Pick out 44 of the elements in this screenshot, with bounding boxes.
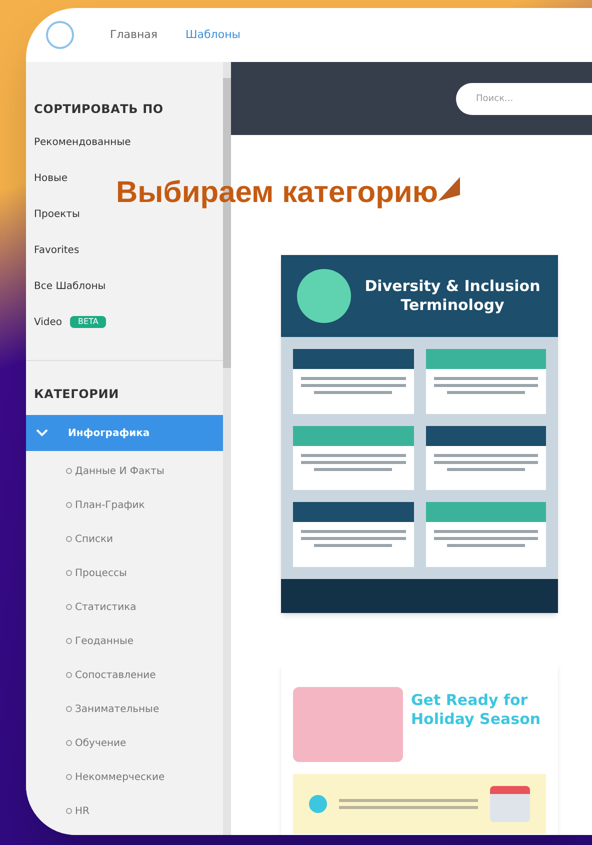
chevron-icon xyxy=(36,429,48,437)
sort-option[interactable]: Все Шаблоны xyxy=(34,278,106,294)
subcategory-item[interactable]: Сопоставление xyxy=(75,668,156,682)
bullet-icon xyxy=(66,774,72,780)
search-field[interactable]: Поиск... xyxy=(456,82,592,114)
sort-option[interactable]: Новые xyxy=(34,170,68,186)
infographic-title: Get Ready for Holiday Season xyxy=(411,691,542,730)
subcategory-item[interactable]: Занимательные xyxy=(75,702,160,716)
subcategory-item[interactable]: Некоммерческие xyxy=(75,770,165,784)
subcategory-item[interactable]: Геоданные xyxy=(75,634,134,648)
subcategory-item[interactable]: Списки xyxy=(75,532,114,546)
section-heading: КАТЕГОРИИ xyxy=(33,386,120,403)
bullet-icon xyxy=(66,502,72,508)
sort-option[interactable]: Video xyxy=(34,314,62,330)
nav-link[interactable]: Главная xyxy=(110,26,158,44)
bullet-icon xyxy=(66,706,72,712)
subcategory-item[interactable]: Статистика xyxy=(75,600,136,614)
subcategory-item[interactable]: Процессы xyxy=(75,566,127,580)
category-item[interactable]: Инфографика xyxy=(26,415,223,451)
section-heading: СОРТИРОВАТЬ ПО xyxy=(33,101,164,118)
bullet-icon xyxy=(66,638,72,644)
nav-link[interactable]: Шаблоны xyxy=(186,26,240,44)
bullet-icon xyxy=(66,536,72,542)
infographic-thumbnail[interactable]: Diversity & Inclusion Terminology xyxy=(281,255,558,613)
bullet-icon xyxy=(66,468,72,474)
subcategory-item[interactable]: План-График xyxy=(75,498,145,512)
bullet-icon xyxy=(66,808,72,814)
bullet-icon xyxy=(66,740,72,746)
sort-option[interactable]: Рекомендованные xyxy=(34,134,131,150)
sort-option[interactable]: Проекты xyxy=(34,206,80,222)
infographic-title: Diversity & Inclusion Terminology xyxy=(364,277,542,315)
logo-icon[interactable] xyxy=(46,21,74,49)
bullet-icon xyxy=(66,604,72,610)
subcategory-item[interactable]: HR xyxy=(75,804,90,818)
infographic-thumbnail[interactable]: Get Ready for Holiday Season xyxy=(281,663,558,835)
callout-text: Выбираем категорию xyxy=(116,175,438,211)
subcategory-item[interactable]: Обучение xyxy=(75,736,126,750)
bullet-icon xyxy=(66,672,72,678)
people-illustration xyxy=(297,269,351,323)
sort-option[interactable]: Favorites xyxy=(34,242,80,258)
beta-badge: BETA xyxy=(70,316,106,328)
bullet-icon xyxy=(66,570,72,576)
subcategory-item[interactable]: Данные И Факты xyxy=(75,464,164,478)
calendar-icon xyxy=(490,786,530,822)
